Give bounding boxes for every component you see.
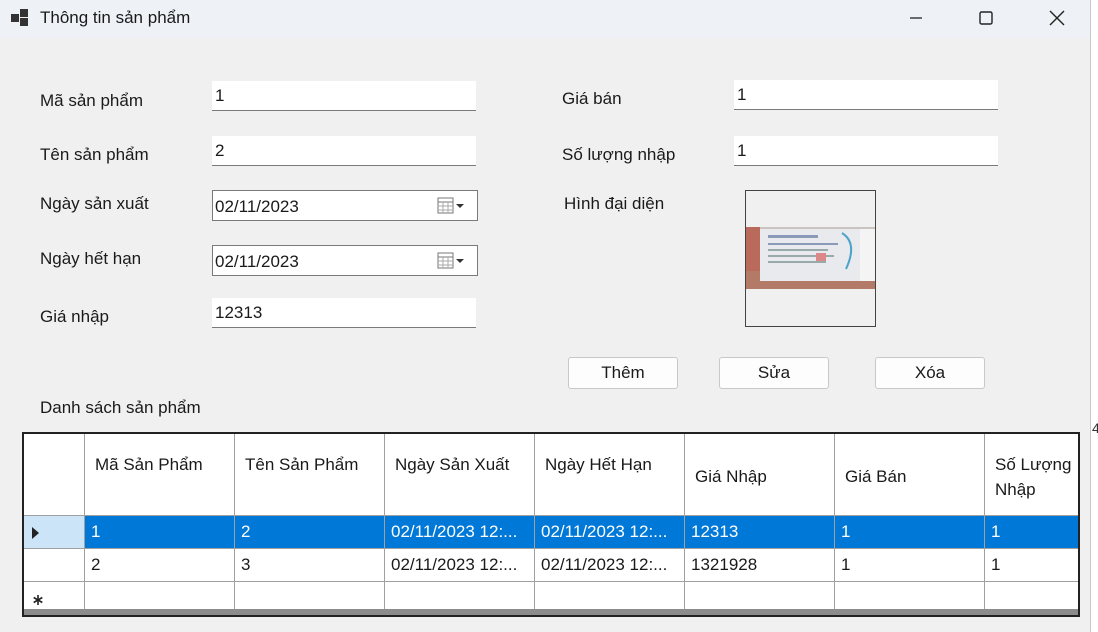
so-luong-nhap-input[interactable]	[734, 136, 998, 166]
label-ngay-het-han: Ngày hết hạn	[40, 249, 142, 268]
label-ma-san-pham: Mã sản phẩm	[40, 91, 143, 110]
table-cell[interactable]: 1	[85, 516, 235, 549]
table-cell[interactable]: 02/11/2023 12:...	[385, 549, 535, 582]
column-header-ngay-san-xuat[interactable]: Ngày Sản Xuất	[385, 434, 535, 516]
table-cell[interactable]: 2	[85, 549, 235, 582]
close-icon	[1049, 10, 1065, 26]
column-header-so-luong-nhap[interactable]: Số Lượng Nhập	[985, 434, 1078, 516]
table-cell[interactable]: 02/11/2023 12:...	[385, 516, 535, 549]
product-grid[interactable]: Mã Sản Phẩm Tên Sản Phẩm Ngày Sản Xuất N…	[22, 432, 1080, 617]
xoa-button[interactable]: Xóa	[875, 357, 985, 389]
ngay-san-xuat-value: 02/11/2023	[215, 197, 299, 216]
row-header[interactable]	[24, 549, 85, 582]
table-cell[interactable]: 2	[235, 516, 385, 549]
new-row-asterisk-icon	[33, 595, 43, 605]
product-image-box[interactable]	[745, 190, 876, 327]
calendar-dropdown-icon[interactable]	[437, 197, 467, 215]
sua-button[interactable]: Sửa	[719, 357, 829, 389]
window-title: Thông tin sản phẩm	[40, 8, 191, 27]
ngay-san-xuat-picker[interactable]: 02/11/2023	[212, 190, 478, 221]
table-cell[interactable]: 1	[835, 549, 985, 582]
gia-nhap-input[interactable]	[212, 298, 476, 328]
column-header-ma-san-pham[interactable]: Mã Sản Phẩm	[85, 434, 235, 516]
table-cell[interactable]: 1	[985, 516, 1078, 549]
grid-corner-header	[24, 434, 85, 516]
table-cell[interactable]: 3	[235, 549, 385, 582]
row-header-selected[interactable]	[24, 516, 85, 549]
table-cell[interactable]: 12313	[685, 516, 835, 549]
label-hinh-dai-dien: Hình đại diện	[564, 194, 665, 213]
them-button[interactable]: Thêm	[568, 357, 678, 389]
maximize-button[interactable]	[963, 0, 1009, 36]
label-ten-san-pham: Tên sản phẩm	[40, 145, 149, 164]
label-ngay-san-xuat: Ngày sản xuất	[40, 194, 149, 213]
table-cell[interactable]: 1	[835, 516, 985, 549]
product-image	[746, 227, 875, 289]
ma-san-pham-input[interactable]	[212, 81, 476, 111]
title-bar[interactable]: Thông tin sản phẩm	[0, 0, 1090, 38]
horizontal-scrollbar[interactable]	[24, 609, 1078, 615]
ngay-het-han-picker[interactable]: 02/11/2023	[212, 245, 478, 276]
close-button[interactable]	[1034, 0, 1080, 36]
label-danh-sach: Danh sách sản phẩm	[40, 398, 201, 417]
column-header-gia-ban[interactable]: Giá Bán	[835, 434, 985, 516]
current-row-arrow-icon	[32, 527, 39, 539]
main-window: Thông tin sản phẩm Mã sản phẩm Tên sản p…	[0, 0, 1091, 632]
column-header-ngay-het-han[interactable]: Ngày Hết Hạn	[535, 434, 685, 516]
maximize-icon	[979, 11, 993, 25]
table-cell[interactable]: 02/11/2023 12:...	[535, 549, 685, 582]
app-icon	[11, 9, 28, 26]
label-so-luong-nhap: Số lượng nhập	[562, 145, 676, 164]
label-gia-ban: Giá bán	[562, 89, 622, 108]
clipped-edge-text: 4	[1092, 420, 1098, 436]
column-header-gia-nhap[interactable]: Giá Nhập	[685, 434, 835, 516]
column-header-ten-san-pham[interactable]: Tên Sản Phẩm	[235, 434, 385, 516]
table-cell[interactable]: 02/11/2023 12:...	[535, 516, 685, 549]
minimize-button[interactable]	[893, 0, 939, 36]
ngay-het-han-value: 02/11/2023	[215, 252, 299, 271]
gia-ban-input[interactable]	[734, 80, 998, 110]
ten-san-pham-input[interactable]	[212, 136, 476, 166]
calendar-dropdown-icon[interactable]	[437, 252, 467, 270]
table-cell[interactable]: 1321928	[685, 549, 835, 582]
table-cell[interactable]: 1	[985, 549, 1078, 582]
label-gia-nhap: Giá nhập	[40, 307, 109, 326]
minimize-icon	[910, 17, 922, 19]
